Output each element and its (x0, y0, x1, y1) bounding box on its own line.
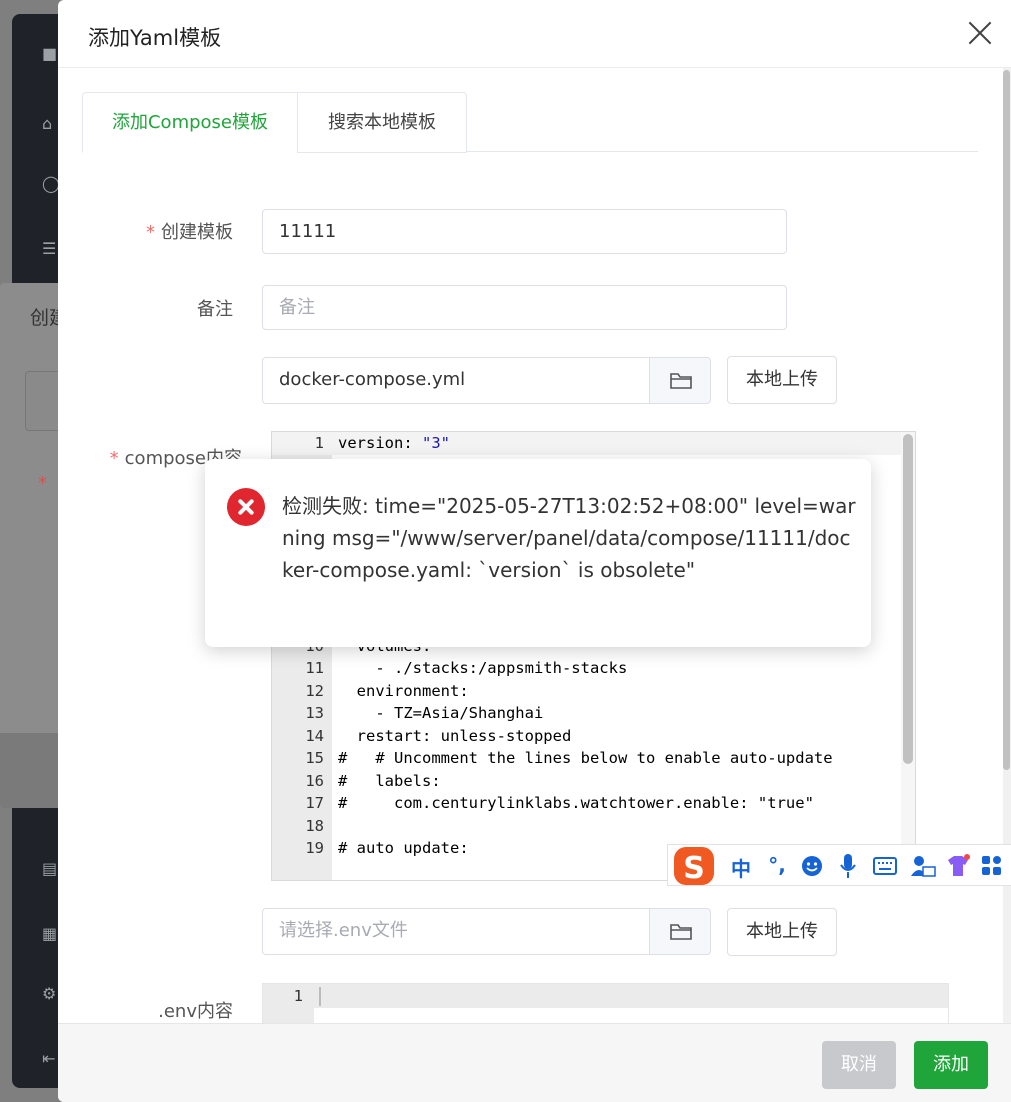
line-number: 15 (305, 749, 324, 767)
line-number: 1 (314, 434, 324, 452)
code-text: # auto update: (338, 839, 469, 857)
modal-header: 添加Yaml模板 (58, 0, 1011, 68)
env-code-editor[interactable]: 1 (262, 983, 949, 1028)
template-name-label-text: 创建模板 (161, 222, 233, 243)
background-required-mark: * (38, 473, 47, 494)
close-icon[interactable] (967, 20, 993, 46)
code-line: 16 # labels: (272, 770, 915, 793)
code-text: # # Uncomment the lines below to enable … (338, 749, 833, 767)
tab-add-compose-template[interactable]: 添加Compose模板 (82, 92, 298, 153)
remark-label: 备注 (197, 299, 233, 320)
code-text: environment: (338, 681, 469, 700)
skin-icon[interactable] (945, 853, 971, 879)
error-toast: 检测失败: time="2025-05-27T13:02:52+08:00" l… (205, 459, 871, 647)
text-cursor (319, 987, 321, 1006)
svg-text:S: S (683, 851, 705, 886)
line-number: 19 (305, 839, 324, 857)
code-line: 13 - TZ=Asia/Shanghai (272, 702, 915, 725)
code-string: "3" (422, 434, 450, 452)
code-text: restart: unless-stopped (338, 726, 572, 745)
line-number: 18 (305, 816, 324, 835)
ime-toolbar: S 中 °, (667, 844, 1011, 886)
code-line: 14 restart: unless-stopped (272, 725, 915, 748)
line-number: 12 (305, 681, 324, 700)
code-line: 12 environment: (272, 680, 915, 703)
line-number: 16 (305, 771, 324, 790)
keyboard-icon[interactable] (873, 853, 897, 879)
add-button[interactable]: 添加 (914, 1041, 988, 1089)
code-text: # com.centurylinklabs.watchtower.enable:… (338, 794, 814, 812)
code-line: 11 - ./stacks:/appsmith-stacks (272, 657, 915, 680)
env-file-input[interactable]: 请选择.env文件 (262, 908, 651, 955)
compose-file-input[interactable]: docker-compose.yml (262, 357, 651, 404)
env-content-label: .env内容 (158, 1001, 233, 1022)
code-line: 18 (272, 815, 915, 838)
editor-scrollbar-thumb[interactable] (903, 434, 913, 764)
required-mark: * (109, 448, 119, 469)
modal-scrollbar-thumb[interactable] (1003, 70, 1010, 770)
emoji-icon[interactable] (800, 853, 824, 879)
code-line: 1 version: "3" (272, 432, 915, 455)
code-line: 15 # # Uncomment the lines below to enabl… (272, 747, 915, 770)
code-text: - TZ=Asia/Shanghai (338, 704, 544, 722)
line-number: 1 (293, 987, 303, 1005)
remark-input[interactable]: 备注 (262, 285, 787, 330)
compose-upload-button[interactable]: 本地上传 (727, 356, 837, 404)
tab-bar: 添加Compose模板 搜索本地模板 (82, 92, 978, 153)
line-number: 11 (305, 659, 324, 677)
template-name-input[interactable]: 11111 (262, 209, 787, 254)
code-text: - ./stacks:/appsmith-stacks (338, 659, 628, 677)
code-text: # labels: (338, 771, 441, 790)
modal-footer: 取消 添加 (58, 1023, 1011, 1102)
ime-punctuation-mode[interactable]: °, (764, 853, 790, 879)
ime-chinese-mode[interactable]: 中 (728, 853, 754, 881)
compose-file-browse-button[interactable] (649, 357, 711, 404)
folder-icon (670, 924, 692, 940)
line-number: 17 (305, 794, 324, 812)
error-icon (227, 488, 265, 526)
folder-icon (670, 373, 692, 389)
modal-title: 添加Yaml模板 (88, 26, 222, 50)
microphone-icon[interactable] (838, 853, 858, 879)
env-file-browse-button[interactable] (649, 908, 711, 955)
cancel-button[interactable]: 取消 (822, 1041, 896, 1089)
code-line: 17 # com.centurylinklabs.watchtower.enabl… (272, 792, 915, 815)
error-message: 检测失败: time="2025-05-27T13:02:52+08:00" l… (282, 494, 856, 582)
tab-search-local-template[interactable]: 搜索本地模板 (297, 92, 467, 153)
env-upload-button[interactable]: 本地上传 (727, 908, 837, 956)
required-mark: * (146, 222, 155, 243)
user-card-icon[interactable] (910, 853, 936, 879)
line-number: 14 (305, 726, 324, 745)
apps-icon[interactable] (981, 853, 1003, 879)
line-number: 13 (305, 704, 324, 722)
template-name-label: * 创建模板 (73, 218, 233, 244)
code-text: version: "3" (338, 434, 450, 452)
editor-scrollbar[interactable] (901, 432, 915, 880)
sogou-logo-icon[interactable]: S (671, 845, 719, 887)
env-editor-line: 1 (263, 984, 948, 1008)
